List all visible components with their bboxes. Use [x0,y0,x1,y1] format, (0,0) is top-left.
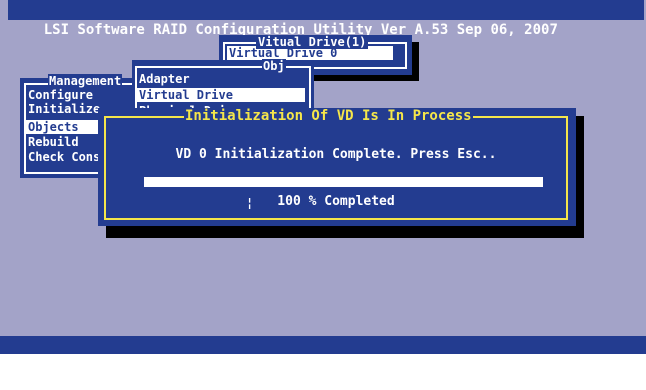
init-dialog-frame: VD 0 Initialization Complete. Press Esc.… [104,116,568,220]
status-bar: Use Cursor Keys to Navigate Between Item… [0,336,646,370]
vd-box-shadow-right [412,42,419,81]
virtual-drive-box-title: Vitual Drive(1) [256,35,369,49]
init-dialog: VD 0 Initialization Complete. Press Esc.… [98,108,576,226]
app-title-bar: LSI Software RAID Configuration Utility … [8,0,644,38]
init-dialog-shadow [106,226,584,238]
init-dialog-shadow-right [576,116,584,238]
init-progress-bar [144,177,543,187]
objects-item-virtual-drive[interactable]: Virtual Drive [137,88,305,102]
init-progress-fill [144,177,543,187]
status-hint: Use Cursor Keys to Navigate Between Item… [34,356,592,370]
management-menu-title: Management [48,74,123,88]
bios-screen: LSI Software RAID Configuration Utility … [0,0,646,370]
init-dialog-title: Initialization Of VD Is In Process [184,108,473,124]
init-message: VD 0 Initialization Complete. Press Esc.… [175,147,497,162]
init-progress-text: 100 % Completed [277,194,395,209]
objects-item-adapter[interactable]: Adapter [137,72,305,86]
management-item-configure[interactable]: Configure [26,88,126,102]
management-item-objects[interactable]: Objects [26,120,100,134]
objects-menu-title: Obj [262,59,286,73]
